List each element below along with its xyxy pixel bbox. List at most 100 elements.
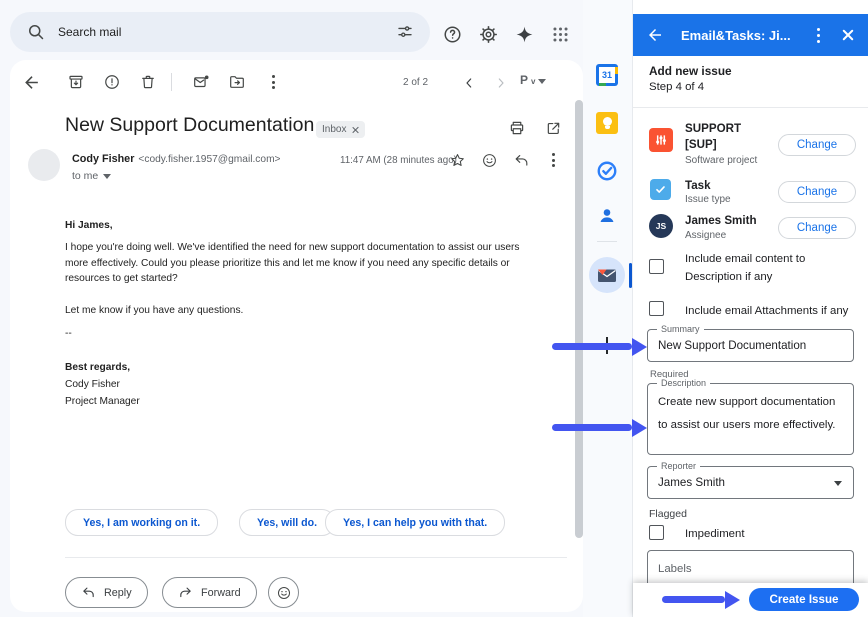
email-tasks-addon-icon[interactable] <box>589 257 625 293</box>
jira-addon-panel: Email&Tasks: Ji... Add new issue Step 4 … <box>632 0 868 617</box>
include-content-checkbox[interactable] <box>649 259 664 274</box>
include-content-label: Include email content to Description if … <box>685 251 863 286</box>
signature-separator: -- <box>65 326 535 342</box>
open-in-new-icon[interactable] <box>542 117 564 139</box>
reporter-select[interactable]: Reporter James Smith <box>647 466 854 499</box>
add-emoji-button[interactable] <box>268 577 299 608</box>
email-card: 2 of 2 P v New Support Documentation Inb… <box>10 60 583 612</box>
addon-header: Email&Tasks: Ji... <box>633 14 868 56</box>
gmail-window: Search mail J <box>0 0 868 617</box>
content-divider <box>65 557 567 558</box>
chevron-down-icon <box>103 174 111 179</box>
emoji-reaction-icon[interactable] <box>479 150 499 170</box>
impediment-label: Impediment <box>685 526 745 544</box>
reporter-select-label: Reporter <box>657 461 700 471</box>
change-project-button[interactable]: Change <box>778 134 856 156</box>
impediment-checkbox[interactable] <box>649 525 664 540</box>
reply-arrow-icon <box>81 585 96 600</box>
move-to-folder-icon[interactable] <box>226 71 248 93</box>
description-field-value: Create new support documentation to assi… <box>648 384 853 436</box>
summary-field[interactable]: Summary New Support Documentation <box>647 329 854 362</box>
dropdown-caret-icon <box>834 481 842 486</box>
chevron-down-icon <box>538 79 546 84</box>
email-greeting: Hi James, <box>65 218 535 234</box>
summary-field-label: Summary <box>657 324 704 334</box>
back-arrow-icon[interactable] <box>646 26 664 44</box>
assignee-avatar: JS <box>649 214 673 238</box>
panel-divider <box>633 107 868 108</box>
smiley-icon <box>276 585 292 601</box>
archive-icon[interactable] <box>65 71 87 93</box>
assignee-name: James Smith <box>685 213 757 229</box>
message-more-icon[interactable] <box>543 150 563 170</box>
signature-line: Best regards, <box>65 360 535 376</box>
remove-label-icon[interactable] <box>351 126 359 134</box>
signature-line: Cody Fisher <box>65 377 535 393</box>
search-icon[interactable] <box>26 22 46 42</box>
reply-button[interactable]: Reply <box>65 577 148 608</box>
labels-field-placeholder: Labels <box>648 551 853 575</box>
email-paragraph: Let me know if you have any questions. <box>65 303 535 319</box>
search-input[interactable]: Search mail <box>10 12 430 52</box>
reading-pane-toggle[interactable]: P v <box>520 74 546 86</box>
google-tasks-icon[interactable] <box>596 160 618 182</box>
email-timestamp: 11:47 AM (28 minutes ago) <box>340 155 457 166</box>
apps-grid-icon[interactable] <box>548 22 572 46</box>
sender-name: Cody Fisher <box>72 153 134 165</box>
signature-line: Project Manager <box>65 394 535 410</box>
email-scrollbar[interactable] <box>575 100 583 538</box>
toolbar-divider <box>171 73 172 91</box>
gemini-sparkle-icon[interactable] <box>512 22 536 46</box>
forward-arrow-icon <box>178 585 193 600</box>
create-issue-button[interactable]: Create Issue <box>749 588 859 611</box>
smart-reply-button[interactable]: Yes, will do. <box>239 509 335 536</box>
annotation-arrow-description <box>552 424 632 431</box>
sender-avatar[interactable] <box>28 149 60 181</box>
inbox-label-chip[interactable]: Inbox <box>316 121 365 138</box>
addon-title: Email&Tasks: Ji... <box>681 28 791 43</box>
more-options-icon[interactable] <box>262 71 284 93</box>
pagination-counter: 2 of 2 <box>403 77 428 88</box>
description-field-label: Description <box>657 378 710 388</box>
google-calendar-icon[interactable]: 31 <box>596 64 618 86</box>
email-subject: New Support Documentation <box>65 114 314 137</box>
include-attachments-label: Include email Attachments if any <box>685 303 868 321</box>
issue-type-sub: Issue type <box>685 194 731 205</box>
forward-button[interactable]: Forward <box>162 577 257 608</box>
project-name: SUPPORT [SUP] <box>685 121 749 152</box>
delete-trash-icon[interactable] <box>137 71 159 93</box>
addon-more-icon[interactable] <box>811 28 825 43</box>
settings-gear-icon[interactable] <box>476 22 500 46</box>
smart-reply-button[interactable]: Yes, I am working on it. <box>65 509 218 536</box>
star-icon[interactable] <box>447 150 467 170</box>
change-assignee-button[interactable]: Change <box>778 217 856 239</box>
google-contacts-icon[interactable] <box>596 205 618 227</box>
google-keep-icon[interactable] <box>596 112 618 134</box>
issue-type-name: Task <box>685 178 711 194</box>
change-issue-type-button[interactable]: Change <box>778 181 856 203</box>
smart-reply-button[interactable]: Yes, I can help you with that. <box>325 509 505 536</box>
search-options-icon[interactable] <box>396 23 414 41</box>
issue-type-icon <box>650 179 671 200</box>
flagged-label: Flagged <box>649 508 687 520</box>
assignee-sub: Assignee <box>685 230 726 241</box>
report-spam-icon[interactable] <box>101 71 123 93</box>
back-arrow-icon[interactable] <box>20 71 42 93</box>
mark-unread-icon[interactable] <box>190 71 212 93</box>
include-attachments-checkbox[interactable] <box>649 301 664 316</box>
newer-email-chevron-icon[interactable] <box>458 72 480 94</box>
reply-arrow-icon[interactable] <box>511 150 531 170</box>
annotation-arrow-summary <box>552 343 632 350</box>
email-paragraph: I hope you're doing well. We've identifi… <box>65 240 535 287</box>
recipient-dropdown[interactable]: to me <box>72 170 111 182</box>
description-field[interactable]: Description Create new support documenta… <box>647 383 854 455</box>
close-icon[interactable] <box>841 28 855 42</box>
step-indicator: Step 4 of 4 <box>649 81 704 93</box>
search-placeholder: Search mail <box>58 25 121 39</box>
help-icon[interactable] <box>440 22 464 46</box>
print-icon[interactable] <box>506 117 528 139</box>
side-panel-strip: 31 <box>583 0 632 617</box>
project-sub: Software project <box>685 155 757 166</box>
older-email-chevron-icon[interactable] <box>490 72 512 94</box>
panel-heading: Add new issue <box>649 64 732 78</box>
